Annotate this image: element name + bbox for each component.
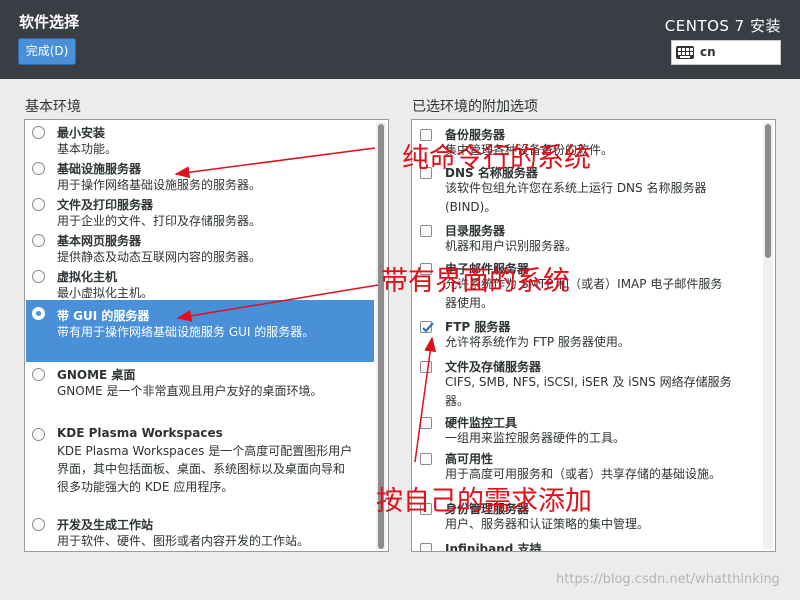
addons-scrollbar[interactable]	[763, 122, 773, 549]
checkbox[interactable]	[420, 543, 432, 551]
env-option-title: 虚拟化主机	[57, 270, 118, 284]
env-option[interactable]: GNOME 桌面 GNOME 是一个非常直观且用户友好的桌面环境。	[26, 362, 374, 422]
env-option-description: 带有用于操作网络基础设施服务 GUI 的服务器。	[57, 325, 315, 339]
checkbox[interactable]	[420, 361, 432, 373]
radio-button[interactable]	[32, 270, 45, 283]
checkmark-icon	[422, 322, 434, 333]
addon-option-description: 该软件包组允许您在系统上运行 DNS 名称服务器	[445, 181, 707, 195]
addon-option[interactable]: Infiniband 支持	[413, 538, 761, 552]
base-environment-heading: 基本环境	[25, 99, 81, 115]
addon-option[interactable]: 电子邮件服务器 允许系统作为 SMTP 和（或者）IMAP 电子邮件服务 器使用。	[413, 258, 761, 310]
addon-option-title: Infiniband 支持	[445, 542, 542, 552]
env-option-title: 基础设施服务器	[57, 162, 142, 176]
addon-option[interactable]: 文件及存储服务器 CIFS, SMB, NFS, iSCSI, iSER 及 iS…	[413, 356, 761, 408]
addons-list: 备份服务器 集中管理各种设备备份的软件。 DNS 名称服务器 该软件包组允许您在系统上…	[411, 119, 776, 552]
addon-option[interactable]: 硬件监控工具 一组用来监控服务器硬件的工具。	[413, 412, 761, 452]
env-option-title: 开发及生成工作站	[57, 518, 154, 532]
env-option-title: 基本网页服务器	[57, 234, 142, 248]
radio-button[interactable]	[32, 307, 45, 320]
addon-option[interactable]: 备份服务器 集中管理各种设备备份的软件。	[413, 124, 761, 164]
addon-option[interactable]: 目录服务器 机器和用户识别服务器。	[413, 220, 761, 260]
env-option[interactable]: 虚拟化主机 最小虚拟化主机。	[26, 264, 374, 300]
env-option[interactable]: 基础设施服务器 用于操作网络基础设施服务的服务器。	[26, 156, 374, 192]
addon-option-description: 一组用来监控服务器硬件的工具。	[445, 431, 626, 445]
env-option[interactable]: KDE Plasma Workspaces KDE Plasma Workspac…	[26, 422, 374, 512]
addon-option-description: 集中管理各种设备备份的软件。	[445, 143, 614, 157]
env-option-title: 最小安装	[57, 126, 106, 140]
addon-option-description: (BIND)。	[445, 200, 497, 214]
radio-button[interactable]	[32, 428, 45, 441]
page-title: 软件选择	[19, 13, 80, 31]
env-option-description: 界面，其中包括面板、桌面、系统图标以及桌面向导和	[57, 462, 346, 476]
checkbox[interactable]	[420, 453, 432, 465]
env-option-title: KDE Plasma Workspaces	[57, 426, 223, 440]
keyboard-layout-indicator[interactable]: cn	[671, 40, 781, 65]
addon-option[interactable]: 高可用性 用于高度可用服务和（或者）共享存储的基础设施。	[413, 448, 761, 488]
env-option-description: 用于软件、硬件、图形或者内容开发的工作站。	[57, 534, 310, 548]
env-option-description: 很多功能强大的 KDE 应用程序。	[57, 480, 234, 494]
addons-scrollbar-thumb[interactable]	[765, 124, 771, 258]
base-environment-list: 最小安装 基本功能。 基础设施服务器 用于操作网络基础设施服务的服务器。 文件及打印服务…	[24, 119, 389, 552]
env-scrollbar[interactable]	[376, 122, 386, 549]
checkbox[interactable]	[420, 263, 432, 275]
checkbox[interactable]	[420, 129, 432, 141]
addon-option[interactable]: 身份管理服务器 用户、服务器和认证策略的集中管理。	[413, 498, 761, 538]
env-option-description: KDE Plasma Workspaces 是一个高度可配置图形用户	[57, 444, 353, 458]
addon-option-description: CIFS, SMB, NFS, iSCSI, iSER 及 iSNS 网络存储服…	[445, 375, 732, 389]
radio-button[interactable]	[32, 234, 45, 247]
env-option-title: 文件及打印服务器	[57, 198, 154, 212]
product-title: CENTOS 7 安装	[664, 17, 781, 35]
env-option[interactable]: 文件及打印服务器 用于企业的文件、打印及存储服务器。	[26, 192, 374, 228]
env-option[interactable]: 带 GUI 的服务器带有用于操作网络基础设施服务 GUI 的服务器。	[26, 300, 374, 362]
addon-option-description: 器。	[445, 394, 470, 408]
watermark: https://blog.csdn.net/whatthinking	[556, 572, 780, 587]
checkbox[interactable]	[420, 503, 432, 515]
checkbox[interactable]	[420, 417, 432, 429]
header-bar: 软件选择 完成(D) CENTOS 7 安装 cn	[0, 0, 800, 79]
env-option[interactable]: 开发及生成工作站用于软件、硬件、图形或者内容开发的工作站。	[26, 512, 374, 551]
env-option-title: 带 GUI 的服务器	[57, 309, 150, 323]
env-option[interactable]: 最小安装 基本功能。	[26, 120, 374, 156]
addon-option-description: 用于高度可用服务和（或者）共享存储的基础设施。	[445, 467, 722, 481]
env-option-description: GNOME 是一个非常直观且用户友好的桌面环境。	[57, 384, 323, 398]
radio-button[interactable]	[32, 162, 45, 175]
env-scrollbar-thumb[interactable]	[378, 124, 384, 549]
checkbox[interactable]	[420, 321, 434, 333]
addons-heading: 已选环境的附加选项	[412, 99, 538, 115]
done-button[interactable]: 完成(D)	[18, 38, 76, 65]
radio-button[interactable]	[32, 126, 45, 139]
keyboard-icon	[676, 46, 694, 59]
addon-option-description: 用户、服务器和认证策略的集中管理。	[445, 517, 650, 531]
addon-option-description: 器使用。	[445, 296, 494, 310]
keyboard-layout-label: cn	[700, 45, 716, 59]
addon-option-description: 机器和用户识别服务器。	[445, 239, 578, 253]
addon-option-description: 允许将系统作为 FTP 服务器使用。	[445, 335, 630, 349]
checkbox[interactable]	[420, 225, 432, 237]
addon-option[interactable]: FTP 服务器 允许将系统作为 FTP 服务器使用。	[413, 316, 761, 356]
radio-button[interactable]	[32, 518, 45, 531]
addon-option-description: 允许系统作为 SMTP 和（或者）IMAP 电子邮件服务	[445, 277, 723, 291]
env-option[interactable]: 基本网页服务器 提供静态及动态互联网内容的服务器。	[26, 228, 374, 264]
radio-button[interactable]	[32, 198, 45, 211]
env-option-title: GNOME 桌面	[57, 368, 136, 382]
addon-option[interactable]: DNS 名称服务器 该软件包组允许您在系统上运行 DNS 名称服务器 (BIND)。	[413, 162, 761, 214]
checkbox[interactable]	[420, 167, 432, 179]
radio-button[interactable]	[32, 368, 45, 381]
